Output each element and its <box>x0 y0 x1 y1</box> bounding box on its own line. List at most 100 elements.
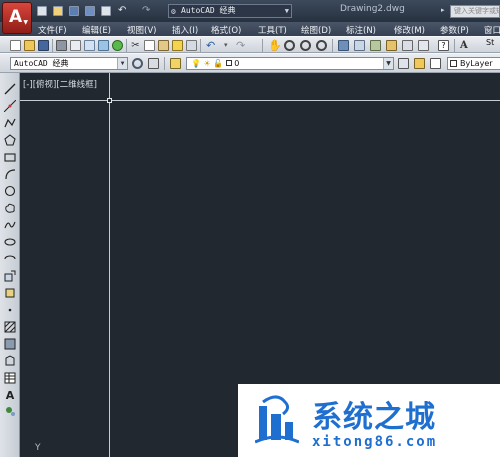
search-expand-icon[interactable]: ▸ <box>441 6 445 14</box>
gradient-icon[interactable] <box>4 338 16 350</box>
add-selected-icon[interactable] <box>4 405 16 417</box>
workspace-settings-icon[interactable] <box>132 58 143 69</box>
redo-icon[interactable]: ↷ <box>236 40 247 51</box>
menu-format[interactable]: 格式(O) <box>211 24 241 36</box>
help-icon[interactable]: ? <box>438 40 449 51</box>
menu-bar: 文件(F) 编辑(E) 视图(V) 插入(I) 格式(O) 工具(T) 绘图(D… <box>0 22 500 36</box>
markup-icon[interactable] <box>402 40 413 51</box>
menu-insert[interactable]: 插入(I) <box>172 24 198 36</box>
plot-icon[interactable] <box>56 40 67 51</box>
make-current-layer-icon[interactable] <box>398 58 409 69</box>
table-icon[interactable] <box>4 372 16 384</box>
revision-cloud-icon[interactable] <box>4 202 16 214</box>
paste-icon[interactable] <box>158 40 169 51</box>
standard-toolbar: ✂ ↶ ▾ ↷ ✋ ? A St <box>0 36 500 53</box>
ellipse-icon[interactable] <box>4 236 16 248</box>
search-input[interactable]: 键入关键字或短语 <box>450 5 500 18</box>
new-file-icon[interactable] <box>36 5 48 17</box>
chevron-down-icon: ▼ <box>284 7 289 15</box>
quickcalc-icon[interactable] <box>418 40 429 51</box>
publish-icon[interactable] <box>84 40 95 51</box>
make-block-icon[interactable] <box>4 287 16 299</box>
title-bar: ↶ ↷ ⚙ AutoCAD 经典 ▼ Drawing2.dwg ▸ 键入关键字或… <box>0 0 500 22</box>
3d-dwf-icon[interactable] <box>98 40 109 51</box>
zoom-window-icon[interactable] <box>300 40 311 51</box>
hatch-icon[interactable] <box>4 321 16 333</box>
menu-dimension[interactable]: 标注(N) <box>346 24 376 36</box>
site-logo-icon <box>255 395 299 444</box>
lightbulb-icon: 💡 <box>191 59 201 68</box>
workspace-combo[interactable]: ⚙ AutoCAD 经典 ▼ <box>168 4 292 18</box>
menu-file[interactable]: 文件(F) <box>38 24 67 36</box>
text-style-select[interactable]: St <box>486 38 494 47</box>
autocad-logo-icon: A <box>9 7 23 27</box>
block-editor-icon[interactable] <box>186 40 197 51</box>
toolbar-separator <box>332 39 333 52</box>
construction-line-icon[interactable] <box>3 99 17 113</box>
workspace-select-value: AutoCAD 经典 <box>14 59 69 68</box>
layer-previous-icon[interactable] <box>414 58 425 69</box>
open-icon[interactable] <box>24 40 35 51</box>
pan-icon[interactable]: ✋ <box>268 40 282 51</box>
undo-icon[interactable]: ↶ <box>118 5 130 17</box>
line-icon[interactable] <box>4 83 16 95</box>
toolbar-separator <box>454 39 455 52</box>
save-icon[interactable] <box>68 5 80 17</box>
tool-palettes-icon[interactable] <box>370 40 381 51</box>
save-as-icon[interactable] <box>84 5 96 17</box>
zoom-previous-icon[interactable] <box>316 40 327 51</box>
crosshair-horizontal <box>20 100 500 101</box>
text-style-icon[interactable]: A <box>460 40 474 51</box>
print-icon[interactable] <box>100 5 112 17</box>
rectangle-icon[interactable] <box>4 151 16 163</box>
circle-icon[interactable] <box>4 185 16 197</box>
redo-icon[interactable]: ↷ <box>142 5 154 17</box>
copy-icon[interactable] <box>144 40 155 51</box>
menu-window[interactable]: 窗口 <box>484 24 500 36</box>
crosshair-vertical <box>109 73 110 457</box>
layer-manager-icon[interactable] <box>170 58 181 69</box>
viewport-controls-label[interactable]: [-][俯视][二维线框] <box>23 78 97 90</box>
menu-parametric[interactable]: 参数(P) <box>440 24 469 36</box>
plot-preview-icon[interactable] <box>70 40 81 51</box>
cut-icon[interactable]: ✂ <box>130 40 141 51</box>
chevron-down-icon: ▼ <box>117 58 127 69</box>
ellipse-arc-icon[interactable] <box>4 253 16 265</box>
chevron-down-icon[interactable]: ▾ <box>224 40 235 51</box>
design-center-icon[interactable] <box>354 40 365 51</box>
polyline-icon[interactable] <box>4 117 16 129</box>
match-properties-icon[interactable] <box>172 40 183 51</box>
menu-modify[interactable]: 修改(M) <box>394 24 425 36</box>
menu-edit[interactable]: 编辑(E) <box>82 24 111 36</box>
application-menu-button[interactable]: A ▼ <box>2 2 32 34</box>
layer-state-icon[interactable] <box>430 58 441 69</box>
open-file-icon[interactable] <box>52 5 64 17</box>
save-workspace-icon[interactable] <box>148 58 159 69</box>
point-icon[interactable] <box>4 304 16 316</box>
new-icon[interactable] <box>10 40 21 51</box>
workspace-select[interactable]: AutoCAD 经典 ▼ <box>10 57 128 70</box>
etransmit-icon[interactable] <box>112 40 123 51</box>
menu-draw[interactable]: 绘图(D) <box>301 24 331 36</box>
polygon-icon[interactable] <box>4 134 16 146</box>
color-control-select[interactable]: ByLayer <box>447 57 500 70</box>
properties-icon[interactable] <box>338 40 349 51</box>
layer-select-value: 0 <box>234 59 240 68</box>
toolbar-separator <box>164 57 165 70</box>
arc-icon[interactable] <box>4 168 16 180</box>
watermark-url: xitong86.com <box>312 434 438 450</box>
layer-select[interactable]: 💡 ☀ 🔓 0 ▼ <box>186 57 394 70</box>
multiline-text-icon[interactable]: A <box>4 389 16 402</box>
gear-icon: ⚙ <box>171 7 176 16</box>
insert-block-icon[interactable] <box>4 270 16 282</box>
menu-tools[interactable]: 工具(T) <box>258 24 287 36</box>
save-icon[interactable] <box>38 40 49 51</box>
region-icon[interactable] <box>4 355 16 367</box>
document-title: Drawing2.dwg <box>340 4 405 14</box>
color-control-value: ByLayer <box>460 59 493 68</box>
spline-icon[interactable] <box>4 219 16 231</box>
sheet-set-icon[interactable] <box>386 40 397 51</box>
zoom-realtime-icon[interactable] <box>284 40 295 51</box>
menu-view[interactable]: 视图(V) <box>127 24 156 36</box>
undo-icon[interactable]: ↶ <box>206 40 217 51</box>
